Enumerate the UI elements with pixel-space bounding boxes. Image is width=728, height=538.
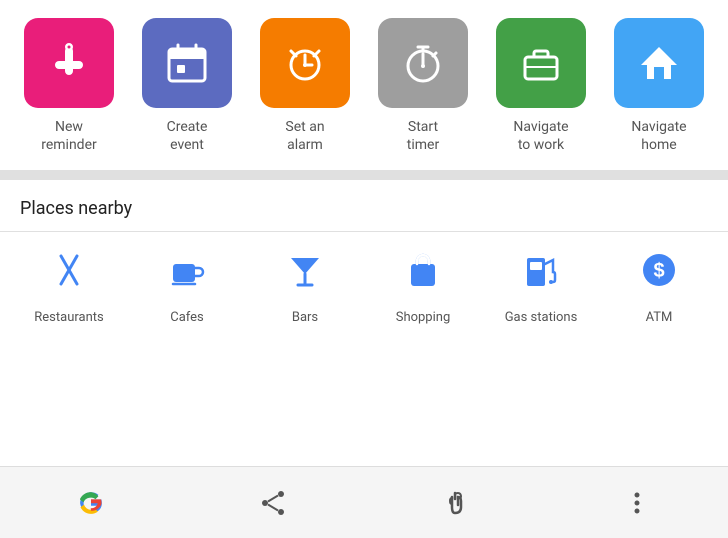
more-dots-icon [633,487,641,519]
place-bars[interactable]: Bars [246,250,364,325]
work-icon [517,39,565,87]
svg-text:$: $ [653,260,664,282]
places-items-list: Restaurants Cafes [0,232,728,335]
create-event-label: Create event [167,118,208,154]
places-nearby-section: Places nearby Restaurants [0,180,728,466]
timer-icon [399,39,447,87]
create-event-icon-box [142,18,232,108]
shopping-icon [403,250,443,300]
place-atm[interactable]: $ ATM [600,250,718,325]
shortcuts-section: New reminder Create event [0,0,728,170]
new-reminder-icon-box [24,18,114,108]
google-logo-button[interactable] [61,473,121,533]
shopping-label: Shopping [396,310,451,325]
calendar-icon [163,39,211,87]
share-icon [257,487,289,519]
google-g-icon [73,485,109,521]
shortcut-navigate-work[interactable]: Navigate to work [491,18,591,154]
restaurants-icon [49,250,89,300]
share-button[interactable] [243,473,303,533]
start-timer-icon-box [378,18,468,108]
bottom-nav-bar [0,466,728,538]
place-cafes[interactable]: Cafes [128,250,246,325]
place-gas-stations[interactable]: Gas stations [482,250,600,325]
bars-icon [285,250,325,300]
restaurants-label: Restaurants [34,310,103,325]
navigate-work-icon-box [496,18,586,108]
navigate-home-icon-box [614,18,704,108]
home-icon [635,39,683,87]
cafes-icon [167,250,207,300]
shortcut-new-reminder[interactable]: New reminder [19,18,119,154]
more-options-button[interactable] [607,473,667,533]
touch-button[interactable] [425,473,485,533]
shortcut-create-event[interactable]: Create event [137,18,237,154]
bars-label: Bars [292,310,318,325]
touch-icon [439,487,471,519]
navigate-work-label: Navigate to work [513,118,568,154]
cafes-label: Cafes [170,310,204,325]
alarm-icon [281,39,329,87]
set-alarm-label: Set an alarm [285,118,324,154]
place-restaurants[interactable]: Restaurants [10,250,128,325]
shortcut-navigate-home[interactable]: Navigate home [609,18,709,154]
section-divider [0,170,728,180]
gas-stations-label: Gas stations [505,310,578,325]
set-alarm-icon-box [260,18,350,108]
navigate-home-label: Navigate home [631,118,686,154]
shortcut-set-alarm[interactable]: Set an alarm [255,18,355,154]
gas-stations-icon [521,250,561,300]
start-timer-label: Start timer [407,118,439,154]
new-reminder-label: New reminder [41,118,97,154]
atm-label: ATM [646,310,673,325]
reminder-icon [45,39,93,87]
atm-icon: $ [639,250,679,300]
shortcut-start-timer[interactable]: Start timer [373,18,473,154]
place-shopping[interactable]: Shopping [364,250,482,325]
places-nearby-title: Places nearby [0,180,728,231]
